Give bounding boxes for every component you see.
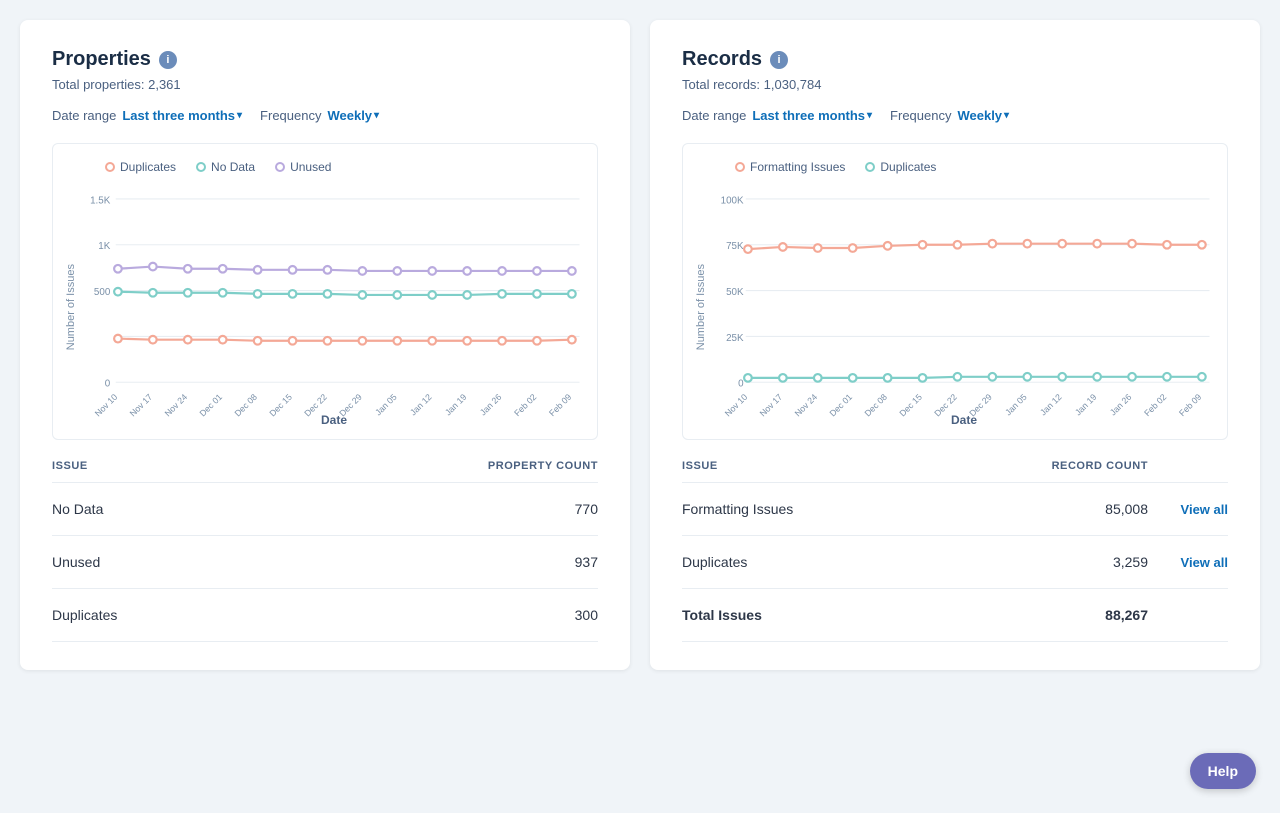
legend-unused: Unused bbox=[275, 160, 331, 174]
legend-nodata-dot bbox=[196, 162, 206, 172]
row-issue-duplicates: Duplicates bbox=[52, 607, 416, 623]
properties-col-count-header: PROPERTY COUNT bbox=[416, 460, 598, 472]
records-table-header: ISSUE RECORD COUNT bbox=[682, 450, 1228, 483]
table-row: Duplicates 3,259 View all bbox=[682, 536, 1228, 589]
legend-formatting-issues: Formatting Issues bbox=[735, 160, 845, 174]
properties-chart-area: Duplicates No Data Unused Number of Issu… bbox=[52, 143, 598, 440]
records-y-axis-label: Number of Issues bbox=[695, 188, 707, 427]
legend-formatting-label: Formatting Issues bbox=[750, 160, 845, 174]
legend-duplicates-records: Duplicates bbox=[865, 160, 936, 174]
properties-panel: Properties i Total properties: 2,361 Dat… bbox=[20, 20, 630, 670]
properties-chart-container: Number of Issues 1.5K 1K 500 bbox=[65, 188, 585, 427]
legend-nodata-label: No Data bbox=[211, 160, 255, 174]
records-subtitle: Total records: 1,030,784 bbox=[682, 77, 1228, 92]
legend-duplicates-records-dot bbox=[865, 162, 875, 172]
legend-duplicates: Duplicates bbox=[105, 160, 176, 174]
svg-text:75K: 75K bbox=[726, 241, 744, 252]
row-issue-formatting: Formatting Issues bbox=[682, 501, 993, 517]
properties-frequency-label: Frequency bbox=[260, 108, 321, 123]
records-x-axis-label: Date bbox=[713, 413, 1215, 427]
properties-chart-svg: 1.5K 1K 500 0 bbox=[83, 188, 585, 406]
properties-x-axis-label: Date bbox=[83, 413, 585, 427]
legend-unused-dot bbox=[275, 162, 285, 172]
records-col-action-header bbox=[1148, 460, 1228, 472]
properties-date-range-value[interactable]: Last three months bbox=[122, 108, 242, 123]
help-button[interactable]: Help bbox=[1190, 753, 1256, 789]
records-chart-area: Formatting Issues Duplicates Number of I… bbox=[682, 143, 1228, 440]
properties-col-issue-header: ISSUE bbox=[52, 460, 416, 472]
records-title-text: Records bbox=[682, 48, 762, 71]
properties-y-axis-label: Number of Issues bbox=[65, 188, 77, 427]
row-count-nodata: 770 bbox=[416, 501, 598, 517]
svg-text:500: 500 bbox=[94, 287, 111, 298]
table-row: Unused 937 bbox=[52, 536, 598, 589]
svg-text:0: 0 bbox=[738, 379, 744, 390]
properties-filter-row: Date range Last three months Frequency W… bbox=[52, 108, 598, 123]
row-count-unused: 937 bbox=[416, 554, 598, 570]
records-title: Records i bbox=[682, 48, 1228, 71]
properties-date-range-label: Date range bbox=[52, 108, 116, 123]
records-col-issue-header: ISSUE bbox=[682, 460, 993, 472]
svg-text:1K: 1K bbox=[98, 241, 110, 252]
view-all-duplicates-link[interactable]: View all bbox=[1148, 555, 1228, 570]
records-total-row: Total Issues 88,267 bbox=[682, 589, 1228, 642]
records-chart-svg: 100K 75K 50K 25K 0 bbox=[713, 188, 1215, 406]
row-issue-unused: Unused bbox=[52, 554, 416, 570]
records-frequency-value[interactable]: Weekly bbox=[957, 108, 1009, 123]
properties-chart-inner: 1.5K 1K 500 0 bbox=[83, 188, 585, 427]
row-count-formatting: 85,008 bbox=[993, 501, 1148, 517]
view-all-formatting-link[interactable]: View all bbox=[1148, 502, 1228, 517]
records-filter-row: Date range Last three months Frequency W… bbox=[682, 108, 1228, 123]
row-issue-nodata: No Data bbox=[52, 501, 416, 517]
total-issue-count: 88,267 bbox=[993, 607, 1148, 623]
row-issue-dup-records: Duplicates bbox=[682, 554, 993, 570]
total-issue-label: Total Issues bbox=[682, 607, 993, 623]
legend-nodata: No Data bbox=[196, 160, 255, 174]
legend-unused-label: Unused bbox=[290, 160, 331, 174]
svg-text:25K: 25K bbox=[726, 333, 744, 344]
properties-title-text: Properties bbox=[52, 48, 151, 71]
dashboard: Properties i Total properties: 2,361 Dat… bbox=[20, 20, 1260, 670]
legend-duplicates-dot bbox=[105, 162, 115, 172]
row-count-duplicates: 300 bbox=[416, 607, 598, 623]
records-frequency-label: Frequency bbox=[890, 108, 951, 123]
table-row: Duplicates 300 bbox=[52, 589, 598, 642]
records-date-range-label: Date range bbox=[682, 108, 746, 123]
properties-title: Properties i bbox=[52, 48, 598, 71]
properties-frequency-value[interactable]: Weekly bbox=[327, 108, 379, 123]
row-count-dup-records: 3,259 bbox=[993, 554, 1148, 570]
svg-text:0: 0 bbox=[105, 379, 111, 390]
legend-duplicates-records-label: Duplicates bbox=[880, 160, 936, 174]
records-col-count-header: RECORD COUNT bbox=[993, 460, 1148, 472]
records-panel: Records i Total records: 1,030,784 Date … bbox=[650, 20, 1260, 670]
records-chart-inner: 100K 75K 50K 25K 0 bbox=[713, 188, 1215, 427]
records-date-range-value[interactable]: Last three months bbox=[752, 108, 872, 123]
properties-info-icon[interactable]: i bbox=[159, 51, 177, 69]
legend-formatting-dot bbox=[735, 162, 745, 172]
svg-text:50K: 50K bbox=[726, 287, 744, 298]
table-row: Formatting Issues 85,008 View all bbox=[682, 483, 1228, 536]
properties-subtitle: Total properties: 2,361 bbox=[52, 77, 598, 92]
table-row: No Data 770 bbox=[52, 483, 598, 536]
properties-legend: Duplicates No Data Unused bbox=[65, 160, 585, 174]
svg-text:100K: 100K bbox=[721, 195, 744, 206]
records-info-icon[interactable]: i bbox=[770, 51, 788, 69]
properties-table-header: ISSUE PROPERTY COUNT bbox=[52, 450, 598, 483]
legend-duplicates-label: Duplicates bbox=[120, 160, 176, 174]
records-legend: Formatting Issues Duplicates bbox=[695, 160, 1215, 174]
svg-text:1.5K: 1.5K bbox=[90, 195, 111, 206]
records-chart-container: Number of Issues 100K 75K 50K 25K bbox=[695, 188, 1215, 427]
